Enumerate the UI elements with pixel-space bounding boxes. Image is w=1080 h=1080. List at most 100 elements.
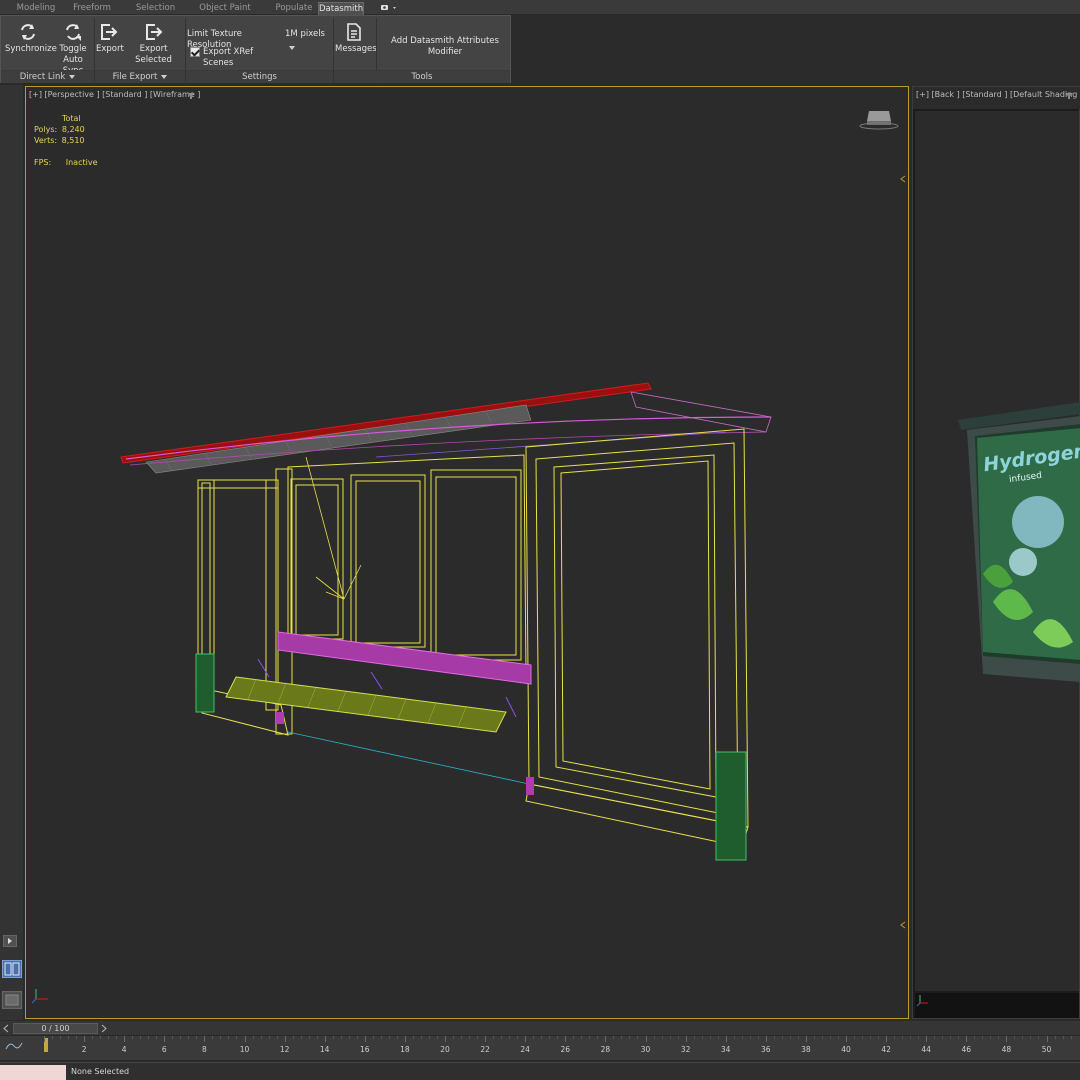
- timeline-tick: [645, 1036, 647, 1042]
- timeline-minor-tick: [156, 1036, 158, 1039]
- timeline-tick-label: 32: [680, 1045, 691, 1054]
- chevron-down-icon: [289, 45, 295, 50]
- messages-button[interactable]: Messages: [335, 22, 377, 55]
- timeline-minor-tick: [461, 1036, 463, 1039]
- timeline-minor-tick: [581, 1036, 583, 1039]
- toggle-label: Toggle: [59, 44, 87, 54]
- timeline-minor-tick: [132, 1036, 134, 1039]
- export-selected-icon: [145, 24, 162, 40]
- group-settings: Settings: [186, 70, 333, 83]
- timeline-tick-label: 24: [520, 1045, 530, 1054]
- tab-selection[interactable]: Selection: [128, 2, 183, 15]
- timeline-ruler[interactable]: 2 4 6 8 10 12 14 16 18 20 22 24 26 28 30 32 34 36 38 40 42 44…: [0, 1035, 1080, 1060]
- sync-icon: [21, 24, 35, 40]
- timeline-tick: [725, 1036, 727, 1042]
- timeline-tick-label: 48: [1001, 1045, 1012, 1054]
- play-arrow-button[interactable]: [3, 935, 17, 947]
- curve-editor-icon[interactable]: [4, 1040, 24, 1052]
- timeline-minor-tick: [509, 1036, 511, 1039]
- timeline-minor-tick: [629, 1036, 631, 1039]
- timeline-minor-tick: [669, 1036, 671, 1039]
- timeline-minor-tick: [934, 1036, 936, 1039]
- square-icon: [5, 994, 19, 1006]
- timeline-minor-tick: [268, 1036, 270, 1039]
- chevron-right-icon[interactable]: [99, 1024, 108, 1033]
- axis-tripod-icon: [31, 989, 48, 1004]
- axis-tripod-icon: [916, 995, 928, 1007]
- timeline-minor-tick: [990, 1036, 992, 1039]
- group-file-export[interactable]: File Export: [95, 70, 185, 83]
- texture-resolution-value: 1M pixels: [285, 29, 325, 39]
- tab-freeform[interactable]: Freeform: [66, 2, 118, 15]
- timeline-minor-tick: [116, 1036, 118, 1039]
- timeline-minor-tick: [597, 1036, 599, 1039]
- timeline-tick-label: 8: [202, 1045, 207, 1054]
- timeline-tick: [685, 1036, 687, 1042]
- timeline-tick: [84, 1036, 86, 1042]
- tab-datasmith[interactable]: Datasmith: [318, 2, 364, 15]
- group-file-export-label: File Export: [112, 72, 158, 82]
- timeline-minor-tick: [677, 1036, 679, 1039]
- layout-toggle-button[interactable]: [2, 960, 22, 978]
- timeline-minor-tick: [693, 1036, 695, 1039]
- export-button[interactable]: Export: [96, 22, 124, 55]
- timeline-tick: [404, 1036, 406, 1042]
- toggle-auto-sync-button[interactable]: Toggle Auto Sync: [53, 22, 93, 77]
- ribbon-options-icon[interactable]: [378, 3, 400, 13]
- timeline-minor-tick: [533, 1036, 535, 1039]
- play-icon: [8, 938, 12, 944]
- timeline-minor-tick: [902, 1036, 904, 1039]
- export-selected-button[interactable]: Export Selected: [124, 22, 183, 66]
- timeline-minor-tick: [757, 1036, 759, 1039]
- back-viewport[interactable]: [+] [Back ] [Standard ] [Default Shading…: [912, 86, 1080, 1019]
- tab-modeling[interactable]: Modeling: [10, 2, 62, 15]
- time-slider-bar: 0 / 100: [0, 1020, 1080, 1035]
- export-xref-label: Export XRef Scenes: [203, 47, 254, 68]
- timeline-minor-tick: [260, 1036, 262, 1039]
- timeline-minor-tick: [332, 1036, 334, 1039]
- timeline-minor-tick: [1062, 1036, 1064, 1039]
- perspective-viewport[interactable]: [+] [Perspective ] [Standard ] [Wirefram…: [25, 86, 909, 1019]
- timeline-minor-tick: [436, 1036, 438, 1039]
- timeline-minor-tick: [60, 1036, 62, 1039]
- timeline-minor-tick: [220, 1036, 222, 1039]
- timeline-minor-tick: [1038, 1036, 1040, 1039]
- timeline-minor-tick: [621, 1036, 623, 1039]
- chevron-left-icon[interactable]: [2, 1024, 11, 1033]
- maxscript-listener-input[interactable]: [0, 1065, 66, 1080]
- timeline-minor-tick: [292, 1036, 294, 1039]
- timeline-tick: [445, 1036, 446, 1042]
- timeline-tick: [926, 1036, 928, 1042]
- viewport-layout-button[interactable]: [2, 991, 22, 1009]
- timeline-tick-label: 16: [360, 1045, 370, 1054]
- timeline-tick: [1006, 1036, 1008, 1042]
- timeline-tick: [565, 1036, 567, 1042]
- timeline-minor-tick: [549, 1036, 551, 1039]
- timeline-minor-tick: [52, 1036, 54, 1039]
- bus-shelter-wireframe[interactable]: [26, 87, 908, 1018]
- export-xref-checkbox[interactable]: [190, 47, 200, 57]
- timeline-tick-label: 42: [881, 1045, 891, 1054]
- timeline-tick-label: 46: [961, 1045, 972, 1054]
- timeline-tick: [284, 1036, 286, 1042]
- filter-icon[interactable]: [1064, 91, 1074, 101]
- timeline-minor-tick: [501, 1036, 503, 1039]
- viewport-label[interactable]: [+] [Back ] [Standard ] [Default Shading…: [916, 90, 1080, 99]
- messages-label: Messages: [335, 44, 377, 54]
- timeline-minor-tick: [1030, 1036, 1032, 1039]
- group-direct-link[interactable]: Direct Link: [1, 70, 94, 83]
- add-datasmith-attributes-modifier-button[interactable]: Add Datasmith Attributes Modifier: [380, 36, 510, 58]
- selection-status: None Selected: [71, 1067, 130, 1076]
- texture-resolution-dropdown[interactable]: 1M pixels: [282, 27, 332, 50]
- status-bar: None Selected: [0, 1062, 1080, 1080]
- timeline-minor-tick: [613, 1036, 615, 1039]
- tab-object-paint[interactable]: Object Paint: [196, 2, 254, 15]
- timeline-minor-tick: [789, 1036, 791, 1039]
- timeline-minor-tick: [837, 1036, 839, 1039]
- synchronize-button[interactable]: Synchronize: [5, 22, 57, 55]
- time-slider[interactable]: 0 / 100: [13, 1023, 98, 1034]
- tab-populate[interactable]: Populate: [273, 2, 315, 15]
- timeline-minor-tick: [196, 1036, 198, 1039]
- auto-sync-icon: [66, 24, 81, 41]
- timeline-tick-label: 30: [640, 1045, 651, 1054]
